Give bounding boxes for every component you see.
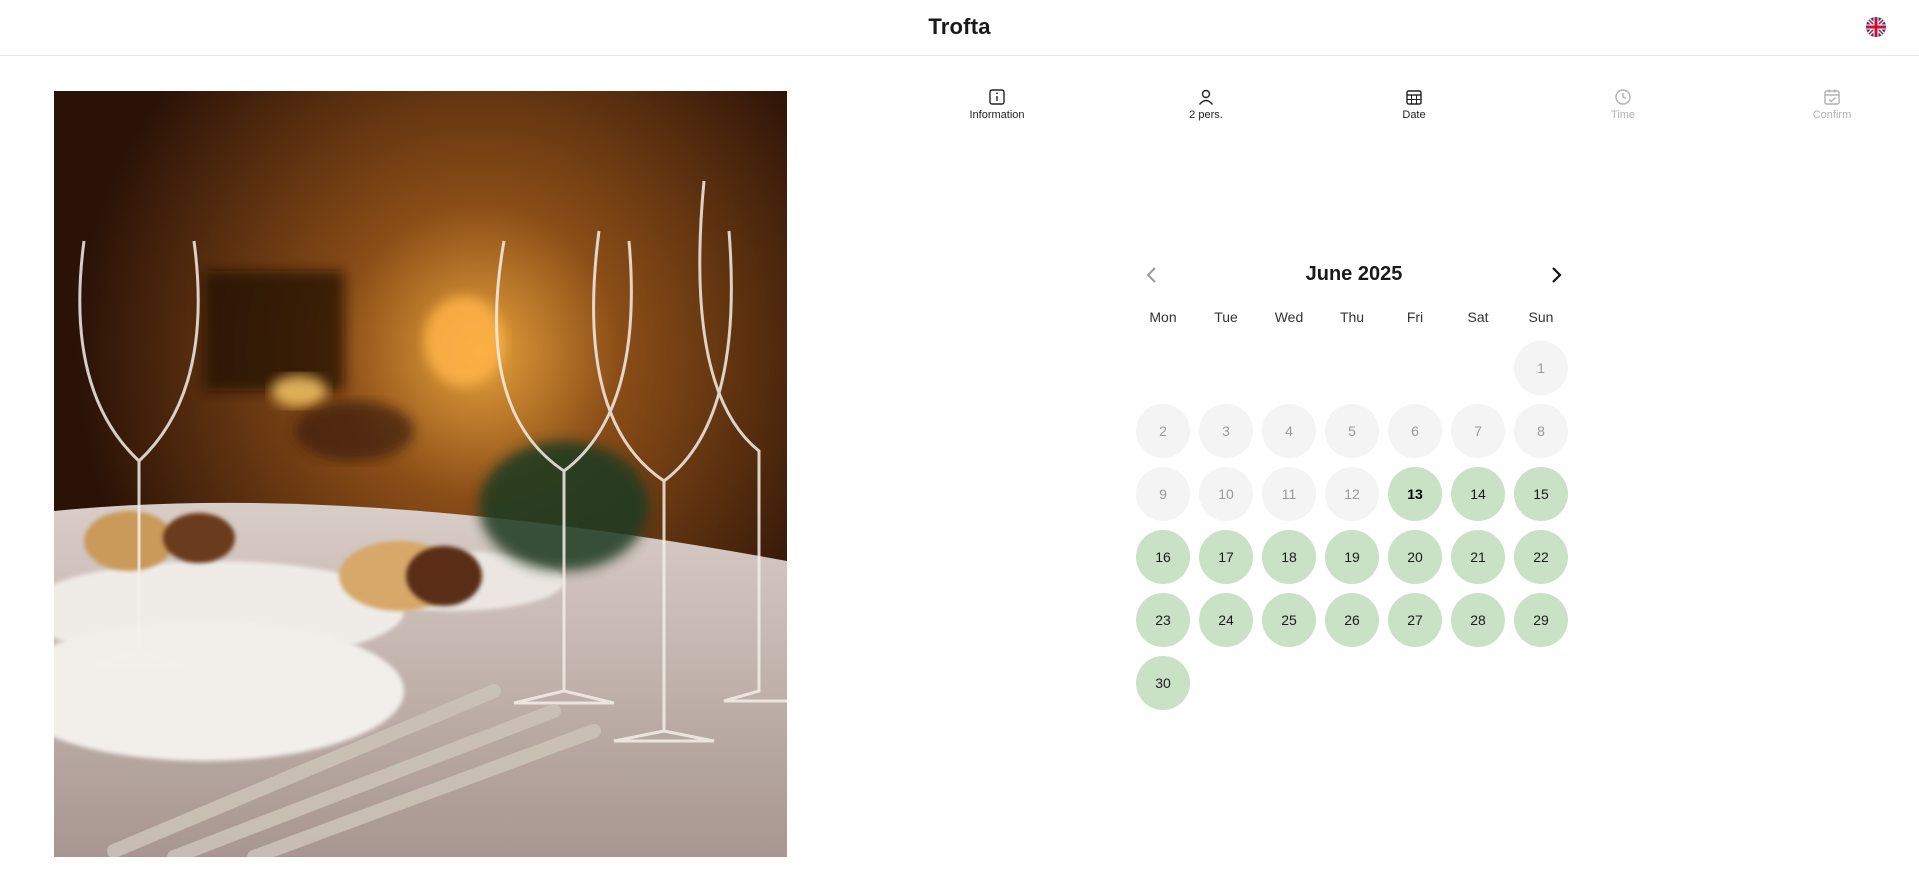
date-calendar: June 2025 Mon Tue Wed Thu Fri Sat Sun 12345678… [1136,257,1572,710]
calendar-day[interactable]: 18 [1262,530,1316,584]
calendar-day: 7 [1451,404,1505,458]
uk-flag-icon[interactable] [1866,17,1886,37]
calendar-day[interactable]: 16 [1136,530,1190,584]
top-header: Trofta [0,0,1919,56]
calendar-day: 12 [1325,467,1379,521]
calendar-day: 9 [1136,467,1190,521]
calendar-day: 4 [1262,404,1316,458]
calendar-day[interactable]: 21 [1451,530,1505,584]
calendar-day[interactable]: 20 [1388,530,1442,584]
calendar-day: 10 [1199,467,1253,521]
calendar-day[interactable]: 28 [1451,593,1505,647]
calendar-day[interactable]: 27 [1388,593,1442,647]
calendar-day[interactable]: 15 [1514,467,1568,521]
calendar-day: 11 [1262,467,1316,521]
calendar-header: June 2025 [1136,257,1572,295]
calendar-day: 2 [1136,404,1190,458]
calendar-day: 6 [1388,404,1442,458]
step-date[interactable]: Date [1354,88,1474,121]
weekday-label: Sun [1528,309,1554,325]
step-confirm[interactable]: Confirm [1772,88,1892,121]
weekday-label: Mon [1149,309,1177,325]
calendar-day[interactable]: 22 [1514,530,1568,584]
info-icon [989,89,1005,105]
step-guests-label: 2 pers. [1189,109,1223,121]
calendar-day: 3 [1199,404,1253,458]
chevron-right-icon [1552,267,1562,283]
step-information[interactable]: Information [937,88,1057,121]
person-icon [1198,89,1214,105]
weekday-header: Mon Tue Wed Thu Fri Sat Sun [1136,309,1572,329]
calendar-day[interactable]: 23 [1136,593,1190,647]
calendar-day[interactable]: 19 [1325,530,1379,584]
step-time[interactable]: Time [1563,88,1683,121]
calendar-icon [1406,90,1422,105]
step-guests[interactable]: 2 pers. [1146,88,1266,121]
clock-icon [1615,89,1631,105]
weekday-label: Sat [1467,309,1489,325]
step-date-label: Date [1402,109,1426,121]
weekday-label: Tue [1214,309,1238,325]
calendar-day[interactable]: 14 [1451,467,1505,521]
month-label: June 2025 [1305,263,1403,285]
calendar-day[interactable]: 24 [1199,593,1253,647]
calendar-day[interactable]: 17 [1199,530,1253,584]
calendar-day[interactable]: 13 [1388,467,1442,521]
weekday-label: Wed [1274,309,1304,325]
calendar-day[interactable]: 30 [1136,656,1190,710]
calendar-day: 5 [1325,404,1379,458]
step-time-label: Time [1610,109,1636,121]
next-month-button[interactable] [1544,263,1568,287]
restaurant-photo [54,91,787,857]
weekday-label: Thu [1339,309,1365,325]
step-information-label: Information [969,109,1025,121]
calendar-day: 1 [1514,341,1568,395]
calendar-check-icon [1824,89,1840,105]
calendar-day[interactable]: 25 [1262,593,1316,647]
weekday-label: Fri [1406,309,1424,325]
calendar-day[interactable]: 29 [1514,593,1568,647]
calendar-day[interactable]: 26 [1325,593,1379,647]
booking-steps: Information 2 pers. Date Time Confirm [872,88,1872,128]
brand-title: Trofta [928,14,991,39]
step-confirm-label: Confirm [1812,109,1852,121]
calendar-day: 8 [1514,404,1568,458]
